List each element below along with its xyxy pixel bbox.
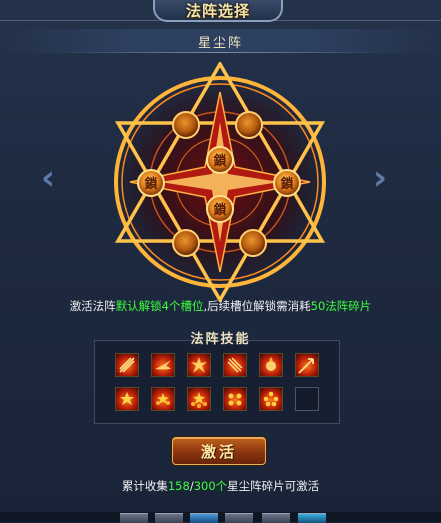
collection-suffix: 星尘阵碎片可激活	[227, 479, 320, 493]
info-part-3: ,后续槽位解锁需消耗	[203, 299, 311, 313]
page-title: 法阵选择	[185, 1, 250, 20]
collection-current: 158	[167, 479, 190, 493]
flame-star-3-icon[interactable]	[187, 387, 211, 411]
collection-total: 300个	[193, 479, 228, 493]
lock-label-right[interactable]: 鎖	[280, 176, 294, 192]
formation-name-bar: 星尘阵	[0, 29, 441, 53]
skill-header-label: 法阵技能	[190, 332, 251, 347]
title-banner: 法阵选择	[153, 0, 283, 22]
info-part-4: 50法阵碎片	[310, 299, 372, 313]
claw-strike-icon[interactable]	[223, 353, 247, 377]
lock-label-left[interactable]: 鎖	[144, 176, 158, 192]
unlock-info-text: 激活法阵默认解锁4个槽位,后续槽位解锁需消耗50法阵碎片	[0, 298, 441, 314]
collection-progress-text: 累计收集158/300个星尘阵碎片可激活	[0, 478, 441, 494]
skill-header: 法阵技能	[0, 328, 441, 348]
prev-formation-arrow-icon[interactable]: ‹	[36, 160, 60, 196]
fire-dash-icon[interactable]	[151, 353, 175, 377]
activate-button-label: 激活	[200, 442, 237, 461]
empty-skill-slot	[295, 387, 319, 411]
flame-star-5-icon[interactable]	[259, 387, 283, 411]
formation-panel: 法阵选择 星尘阵 ‹ › 鎖 鎖 鎖 鎖 激活法阵默认解锁4个槽位,后续槽位解锁…	[0, 0, 441, 523]
info-part-1: 激活法阵	[69, 299, 116, 313]
flame-star-4-icon[interactable]	[223, 387, 247, 411]
bottom-toolbar-strip	[0, 512, 441, 522]
lock-label-center-bottom[interactable]: 鎖	[213, 202, 227, 218]
magic-circle-graphic: 鎖 鎖 鎖 鎖	[112, 60, 328, 304]
star-flame-icon[interactable]	[115, 387, 139, 411]
formation-name: 星尘阵	[197, 35, 243, 51]
lock-label-center-top[interactable]: 鎖	[213, 153, 227, 169]
fire-burst-icon[interactable]	[187, 353, 211, 377]
flame-star-2-icon[interactable]	[151, 387, 175, 411]
next-formation-arrow-icon[interactable]: ›	[368, 160, 392, 196]
collection-prefix: 累计收集	[121, 479, 168, 493]
flame-slash-icon[interactable]	[115, 353, 139, 377]
activate-button[interactable]: 激活	[172, 437, 266, 465]
fire-orb-icon[interactable]	[259, 353, 283, 377]
info-part-2: 默认解锁4个槽位	[115, 299, 204, 313]
flame-arrow-icon[interactable]	[295, 353, 319, 377]
magic-circle: 鎖 鎖 鎖 鎖	[100, 60, 340, 304]
